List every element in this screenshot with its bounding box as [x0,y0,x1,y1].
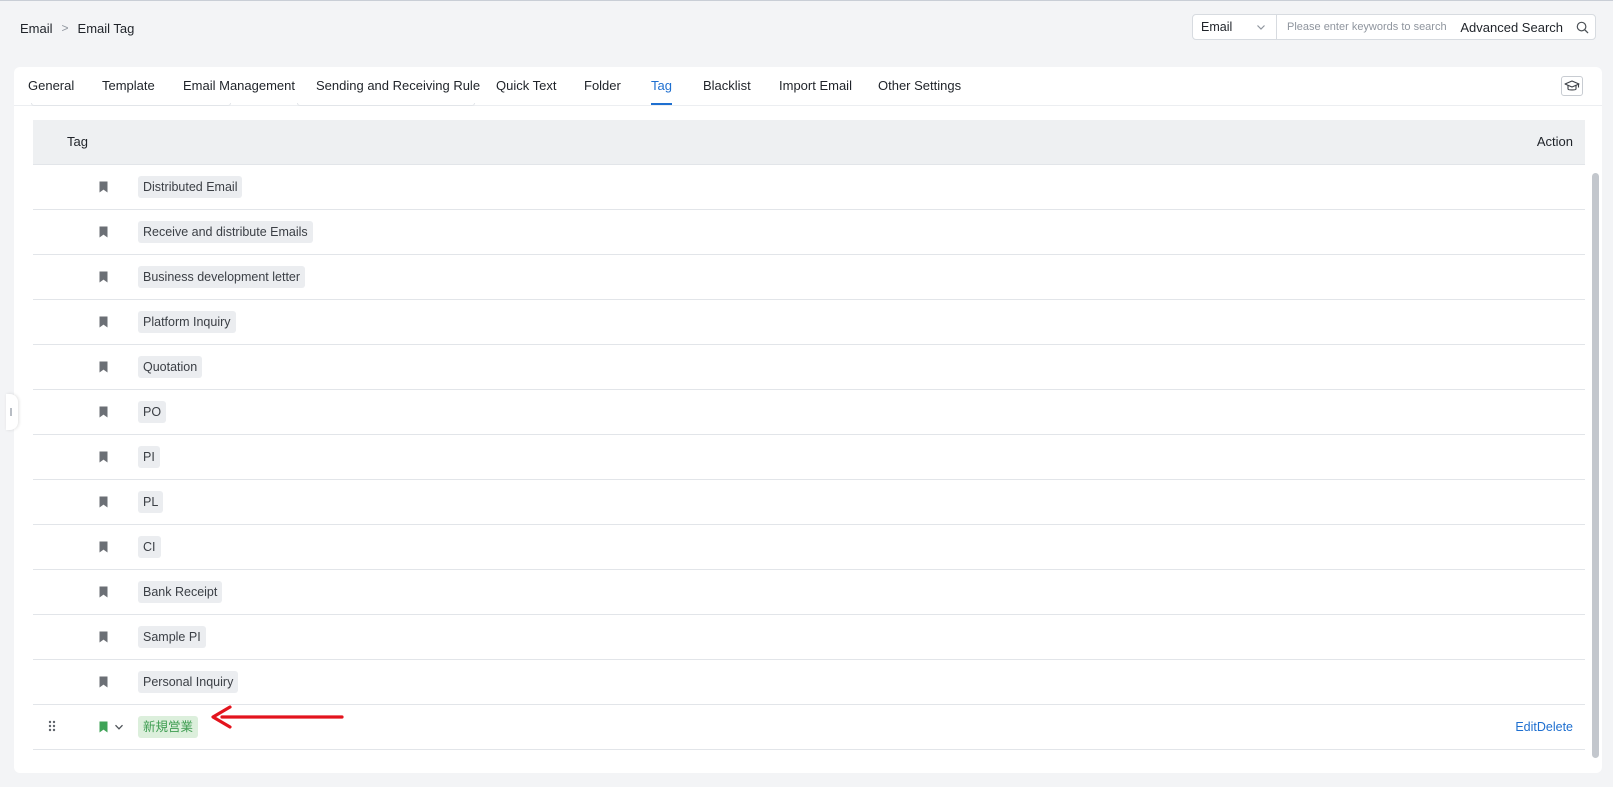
tag-label: Bank Receipt [138,581,223,603]
tab-folder[interactable]: Folder [584,67,621,105]
breadcrumb-root[interactable]: Email [20,21,53,36]
tag-label: Platform Inquiry [138,311,236,333]
search-scope-value: Email [1201,20,1233,34]
tag-label: PO [138,401,167,423]
chevron-down-icon [1257,25,1265,30]
graduation-cap-icon [1564,80,1580,91]
table-row: CI [33,525,1585,570]
bookmark-icon [99,406,108,418]
table-row: Business development letter [33,255,1585,300]
filter-field-partial [31,103,231,106]
bookmark-icon [99,721,108,733]
table-row: Quotation [33,345,1585,390]
tag-label: Business development letter [138,266,306,288]
table-row: PI [33,435,1585,480]
bookmark-icon [99,586,108,598]
scrollbar-thumb[interactable] [1592,173,1599,758]
table-row: PO [33,390,1585,435]
table-row: Platform Inquiry [33,300,1585,345]
table-header: Tag Action [33,120,1585,165]
tag-label: Receive and distribute Emails [138,221,313,243]
drag-handle-icon[interactable] [47,719,57,733]
tab-sending-and-receiving-rule[interactable]: Sending and Receiving Rule [316,67,480,105]
chevron-down-icon[interactable] [114,722,124,732]
tag-label: Personal Inquiry [138,671,239,693]
bookmark-icon [99,226,108,238]
breadcrumb-separator: > [61,21,69,35]
bookmark-icon [99,271,108,283]
table-row: Personal Inquiry [33,660,1585,705]
tag-label: Quotation [138,356,203,378]
table-row: Receive and distribute Emails [33,210,1585,255]
row-actions: EditDelete [1515,705,1573,749]
table-row: Distributed Email [33,165,1585,210]
settings-tabs: General Template Email Management Sending a… [14,67,1602,106]
bookmark-icon [99,316,108,328]
column-header-tag: Tag [67,134,88,149]
tab-blacklist[interactable]: Blacklist [703,67,751,105]
breadcrumb-current: Email Tag [77,20,135,36]
table-row: Sample PI [33,615,1585,660]
bookmark-icon [99,181,108,193]
bookmark-icon [99,676,108,688]
bookmark-icon [99,541,108,553]
advanced-search-button[interactable]: Advanced Search [1460,20,1563,35]
column-header-action: Action [1536,134,1573,149]
bookmark-icon [99,451,108,463]
table-row: PL [33,480,1585,525]
filter-field-partial [297,103,475,106]
tag-label: Sample PI [138,626,206,648]
tab-template[interactable]: Template [102,67,155,105]
delete-button[interactable]: Delete [1537,720,1573,734]
search-scope-select[interactable]: Email [1193,15,1277,39]
search-icon [1576,21,1588,33]
bookmark-icon [99,496,108,508]
tab-import-email[interactable]: Import Email [779,67,852,105]
bookmark-icon [99,361,108,373]
tag-label: 新規営業 [138,716,199,738]
help-guide-button[interactable] [1561,76,1583,96]
tag-label: PL [138,491,164,513]
table-body: Distributed Email Receive and distribute … [33,165,1585,750]
tab-tag[interactable]: Tag [651,67,672,105]
table-row: Bank Receipt [33,570,1585,615]
tag-label: PI [138,446,160,468]
edit-button[interactable]: Edit [1515,720,1537,734]
tag-table: Tag Action Distributed Email Receive and … [33,120,1585,750]
tab-quick-text[interactable]: Quick Text [496,67,556,105]
search-input[interactable] [1277,16,1461,38]
tab-other-settings[interactable]: Other Settings [878,67,961,105]
search-button[interactable] [1569,16,1595,38]
tab-general[interactable]: General [28,67,74,105]
breadcrumb: Email > Email Tag [20,18,134,38]
global-search: Email Advanced Search [1192,14,1596,40]
window-top-border [0,0,1613,1]
table-row: 新規営業 EditDelete [33,705,1585,750]
sidebar-collapse-toggle[interactable] [6,394,18,430]
tag-label: CI [138,536,161,558]
tab-email-management[interactable]: Email Management [183,67,295,105]
settings-card: General Template Email Management Sending a… [14,67,1602,773]
tag-label: Distributed Email [138,176,243,198]
bookmark-icon [99,631,108,643]
